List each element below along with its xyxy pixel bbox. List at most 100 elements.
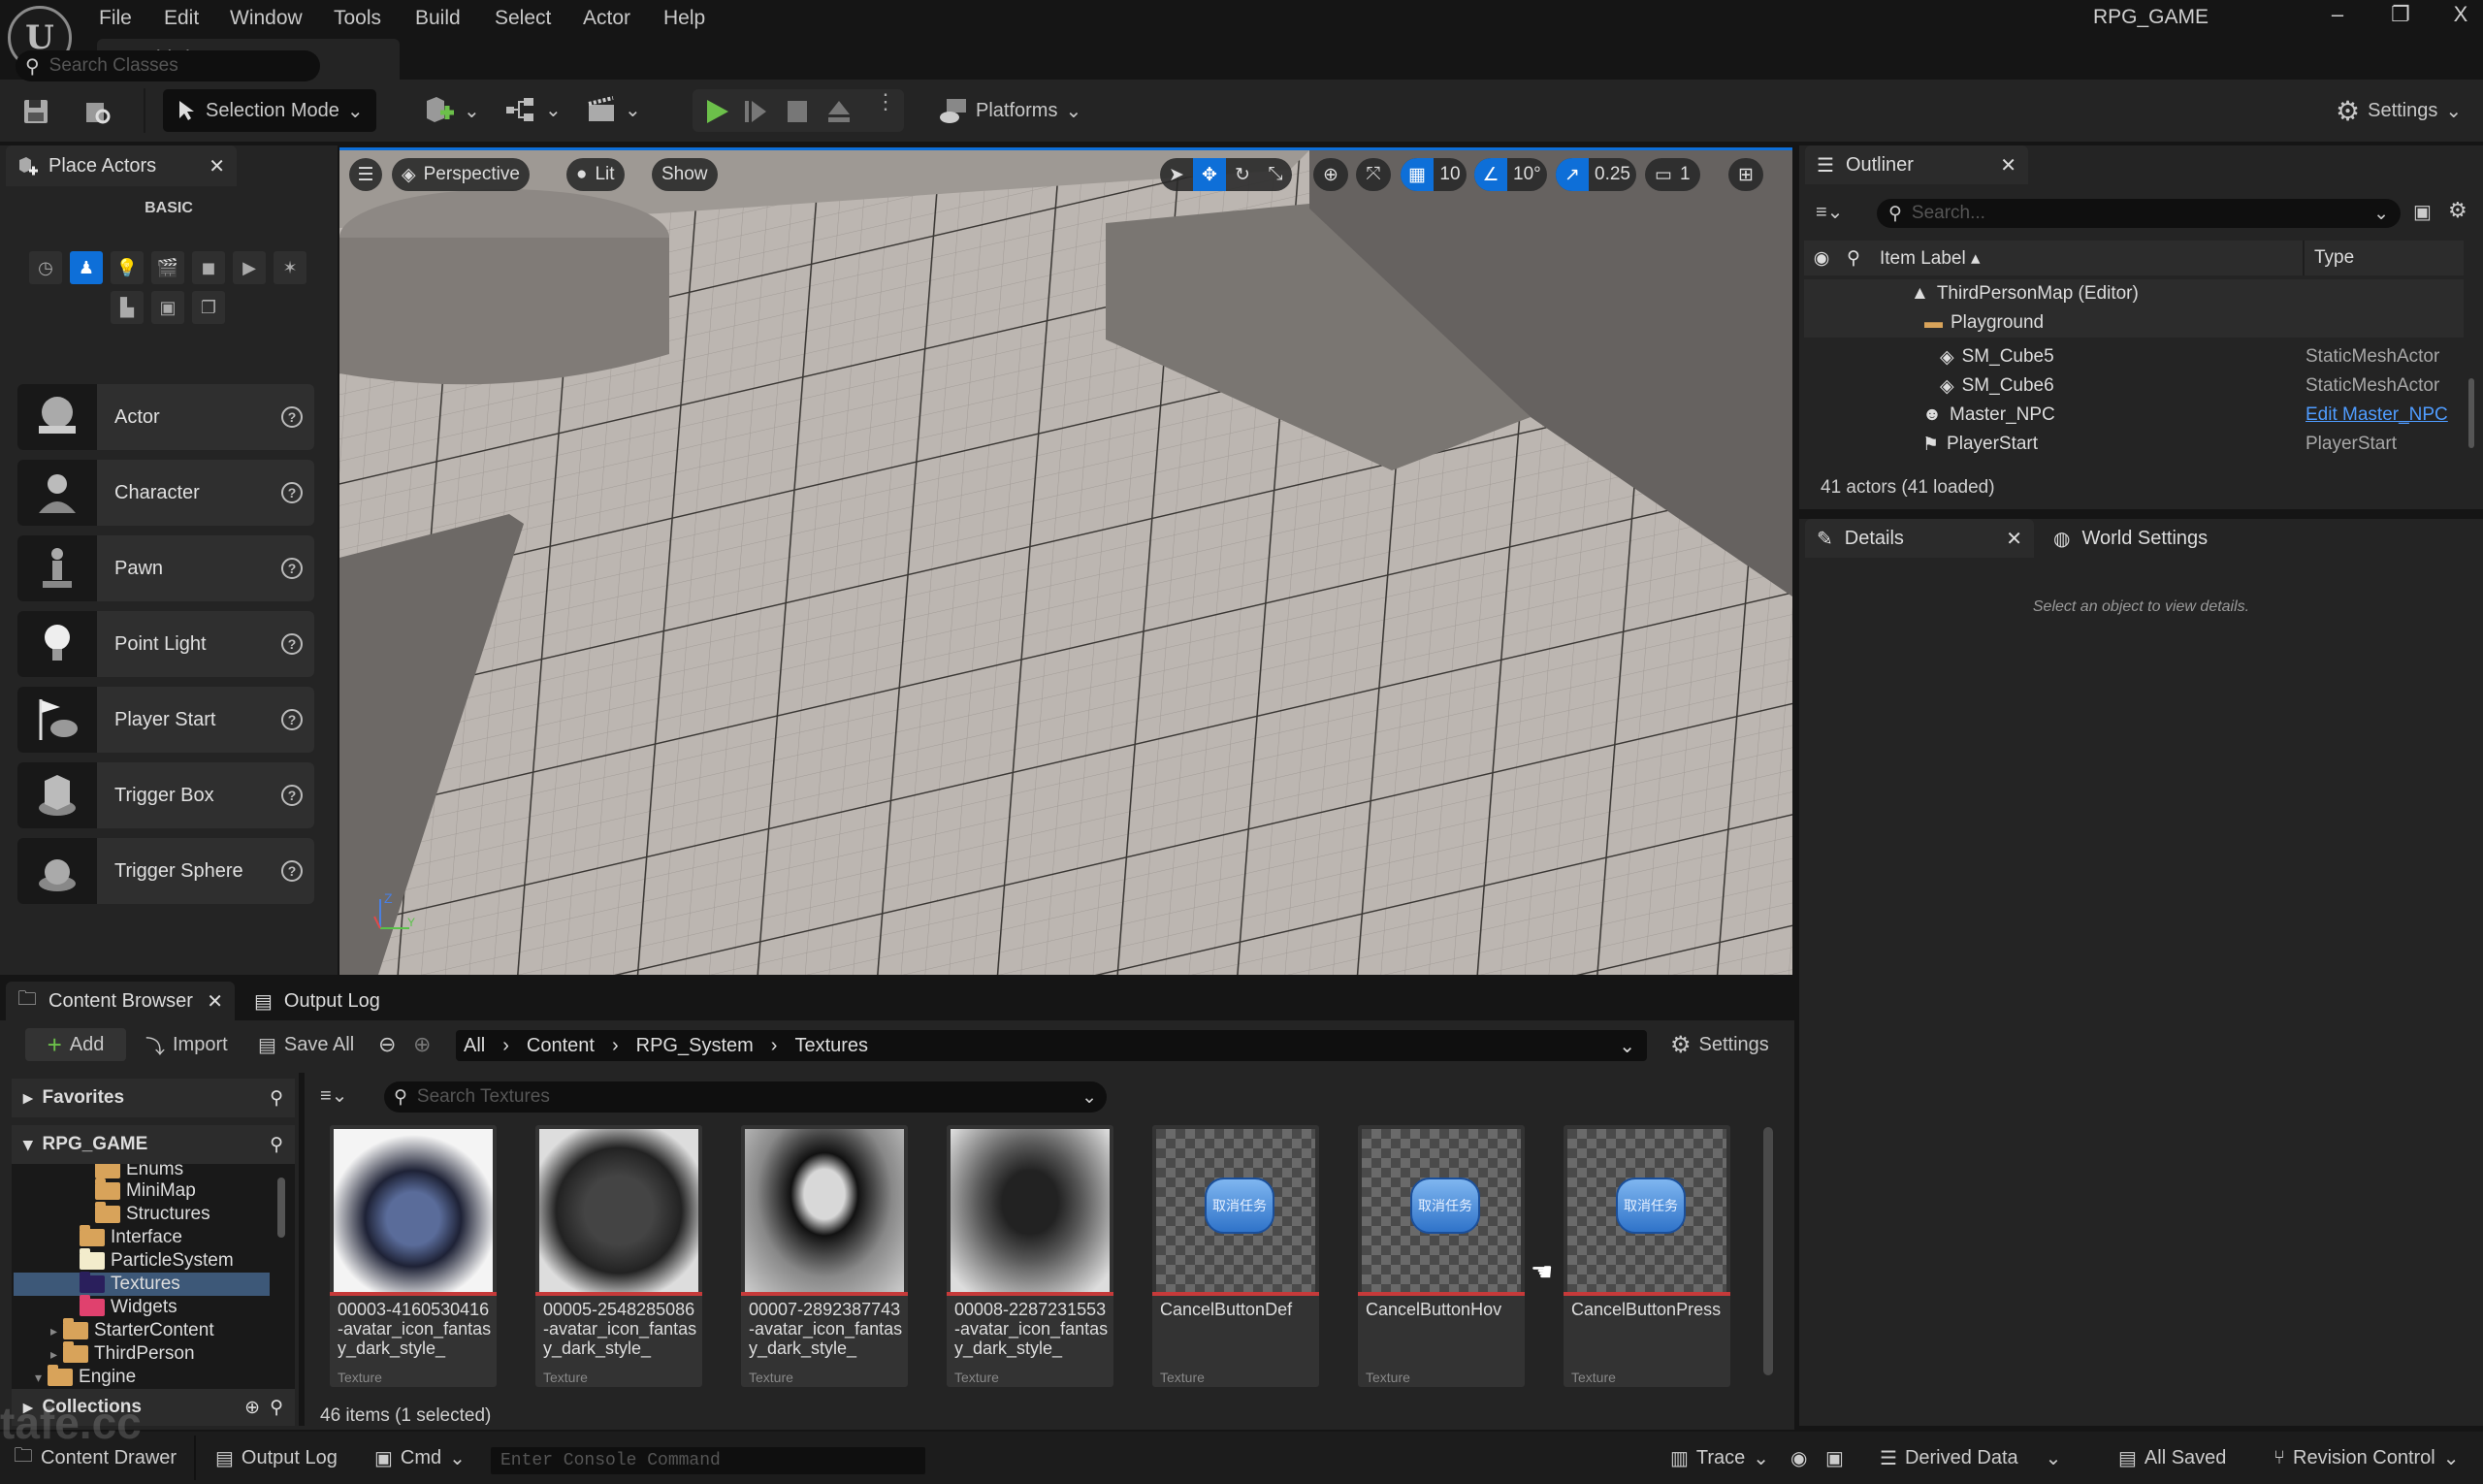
scale-snap-control[interactable]: ↗ 0.25 [1556, 158, 1636, 191]
settings-dropdown[interactable]: ⚙ Settings ⌄ [2336, 95, 2462, 126]
outliner-row[interactable]: ◈ SM_Cube5 StaticMeshActor [1804, 342, 2464, 371]
rotation-snap-value[interactable]: 10° [1507, 158, 1547, 191]
layout-button[interactable]: ⊞ [1728, 158, 1763, 191]
breadcrumb-rpg-system[interactable]: RPG_System [636, 1035, 754, 1057]
tree-folder[interactable]: Structures [95, 1202, 210, 1226]
add-folder-icon[interactable]: ▣ [2413, 200, 2432, 224]
trace-dropdown[interactable]: ▥ Trace ⌄ [1670, 1441, 1769, 1474]
tree-folder[interactable]: ParticleSystem [80, 1248, 234, 1273]
details-tab[interactable]: ✎ Details ✕ [1805, 519, 2034, 558]
screenshot-button[interactable]: ▣ [1825, 1441, 1844, 1474]
help-icon[interactable]: ? [281, 860, 303, 882]
revision-control-dropdown[interactable]: ⑂ Revision Control ⌄ [2273, 1441, 2460, 1474]
asset-grid-scrollbar[interactable] [1763, 1127, 1773, 1375]
recent-icon[interactable]: ◷ [29, 251, 62, 284]
chevron-down-icon[interactable]: ⌄ [1081, 1086, 1097, 1109]
tree-folder[interactable]: Interface [80, 1225, 182, 1249]
eject-button[interactable] [826, 99, 852, 124]
stop-button[interactable] [786, 99, 809, 124]
close-icon[interactable]: ✕ [207, 989, 223, 1014]
actor-item-trigger-sphere[interactable]: Trigger Sphere ? [17, 838, 314, 904]
help-icon[interactable]: ? [281, 406, 303, 428]
perspective-dropdown[interactable]: ◈ Perspective [392, 158, 530, 191]
outliner-tab[interactable]: ☰ Outliner ✕ [1805, 145, 2028, 184]
pin-icon[interactable]: ⚲ [1839, 247, 1868, 270]
lights-icon[interactable]: 💡 [111, 251, 144, 284]
help-icon[interactable]: ? [281, 709, 303, 730]
outliner-row[interactable]: ◈ SM_Cube6 StaticMeshActor [1804, 371, 2464, 401]
play-options-icon[interactable]: ⋮ [875, 91, 896, 113]
output-log-tab[interactable]: ▤ Output Log [242, 982, 392, 1020]
cinematics-dropdown[interactable]: ⌄ [586, 95, 641, 124]
select-tool-icon[interactable]: ➤ [1160, 158, 1193, 191]
grid-snap-icon[interactable]: ▦ [1401, 158, 1434, 191]
actor-item-point-light[interactable]: Point Light ? [17, 611, 314, 677]
breadcrumb-textures[interactable]: Textures [794, 1035, 868, 1057]
help-icon[interactable]: ? [281, 558, 303, 579]
collapse-arrow-icon[interactable]: ▾ [35, 1370, 42, 1386]
place-actors-tab[interactable]: Place Actors ✕ [6, 145, 237, 186]
close-window-button[interactable]: X [2441, 2, 2480, 27]
world-settings-tab[interactable]: ◍ World Settings [2042, 519, 2219, 558]
search-icon[interactable]: ⚲ [270, 1134, 283, 1156]
camera-speed-control[interactable]: ▭ 1 [1645, 158, 1700, 191]
actor-item-pawn[interactable]: Pawn ? [17, 535, 314, 601]
outliner-row[interactable]: ☻ Master_NPC Edit Master_NPC [1804, 401, 2464, 430]
viewport-menu-button[interactable]: ☰ [349, 158, 382, 191]
place-icon[interactable]: ❐ [192, 291, 225, 324]
platforms-dropdown[interactable]: Platforms ⌄ [939, 95, 1081, 126]
level-viewport[interactable]: Z Y ☰ ◈ Perspective ● Lit Show ➤ ✥ ↻ ⤡ ⊕ ⤧… [339, 147, 1792, 975]
close-icon[interactable]: ✕ [2000, 153, 2016, 177]
cmd-dropdown[interactable]: ▣ Cmd ⌄ [374, 1441, 466, 1474]
favorites-section[interactable]: ▸ Favorites ⚲ [12, 1079, 295, 1117]
insights-button[interactable]: ◉ [1790, 1441, 1807, 1474]
outliner-row[interactable]: ▲ ThirdPersonMap (Editor) [1804, 279, 2464, 308]
tree-scrollbar[interactable] [277, 1178, 285, 1238]
search-icon[interactable]: ⚲ [270, 1087, 283, 1110]
asset-tile[interactable]: 00005-2548285086-avatar_icon_fantasy_dar… [535, 1125, 702, 1387]
scale-tool-icon[interactable]: ⤡ [1259, 158, 1292, 191]
asset-tile[interactable]: 00007-2892387743-avatar_icon_fantasy_dar… [741, 1125, 908, 1387]
filter-dropdown[interactable]: ≡⌄ [320, 1083, 347, 1108]
import-button[interactable]: ⤵ Import [145, 1030, 228, 1059]
basic-icon[interactable]: ♟ [70, 251, 103, 284]
column-type[interactable]: Type [2303, 241, 2354, 275]
expand-arrow-icon[interactable]: ▸ [50, 1323, 57, 1339]
menu-file[interactable]: File [99, 4, 132, 33]
lit-dropdown[interactable]: ● Lit [566, 158, 625, 191]
tree-folder-selected[interactable]: Textures [14, 1272, 270, 1296]
save-icon[interactable] [21, 97, 50, 126]
surface-snap-toggle[interactable]: ⤧ [1356, 158, 1391, 191]
rotation-snap-icon[interactable]: ∠ [1474, 158, 1507, 191]
breadcrumb-content[interactable]: Content [527, 1035, 595, 1057]
actor-item-character[interactable]: Character ? [17, 460, 314, 526]
forward-arrow-icon[interactable]: ⊕ [413, 1032, 431, 1057]
menu-tools[interactable]: Tools [334, 4, 381, 33]
shapes-icon[interactable]: ▣ [151, 291, 184, 324]
asset-tile[interactable]: 取消任务 CancelButtonPress Texture [1564, 1125, 1730, 1387]
add-actor-dropdown[interactable]: ⌄ [423, 95, 480, 126]
help-icon[interactable]: ? [281, 633, 303, 655]
gear-icon[interactable]: ⚙ [2448, 198, 2467, 223]
outliner-scrollbar[interactable] [2468, 378, 2474, 448]
scale-snap-value[interactable]: 0.25 [1589, 158, 1636, 191]
splitter[interactable] [299, 1073, 305, 1426]
asset-tile[interactable]: 00003-4160530416-avatar_icon_fantasy_dar… [330, 1125, 497, 1387]
rotate-tool-icon[interactable]: ↻ [1226, 158, 1259, 191]
minimize-button[interactable]: – [2318, 2, 2357, 27]
show-dropdown[interactable]: Show [652, 158, 718, 191]
save-all-button[interactable]: ▤ Save All [258, 1030, 354, 1059]
search-classes-input[interactable]: ⚲ Search Classes [16, 50, 320, 81]
edit-blueprint-link[interactable]: Edit Master_NPC [2306, 404, 2448, 426]
menu-select[interactable]: Select [495, 4, 551, 33]
menu-build[interactable]: Build [415, 4, 461, 33]
tree-folder[interactable]: ▾ Engine [35, 1365, 136, 1389]
add-button[interactable]: + Add [25, 1028, 126, 1061]
actor-item-trigger-box[interactable]: Trigger Box ? [17, 762, 314, 828]
selection-mode-dropdown[interactable]: Selection Mode ⌄ [163, 89, 376, 132]
translate-tool-icon[interactable]: ✥ [1193, 158, 1226, 191]
step-button[interactable] [743, 99, 768, 124]
blueprint-dropdown[interactable]: ⌄ [504, 95, 562, 124]
asset-tile[interactable]: 取消任务 CancelButtonHov Texture [1358, 1125, 1525, 1387]
expand-arrow-icon[interactable]: ▸ [50, 1346, 57, 1363]
